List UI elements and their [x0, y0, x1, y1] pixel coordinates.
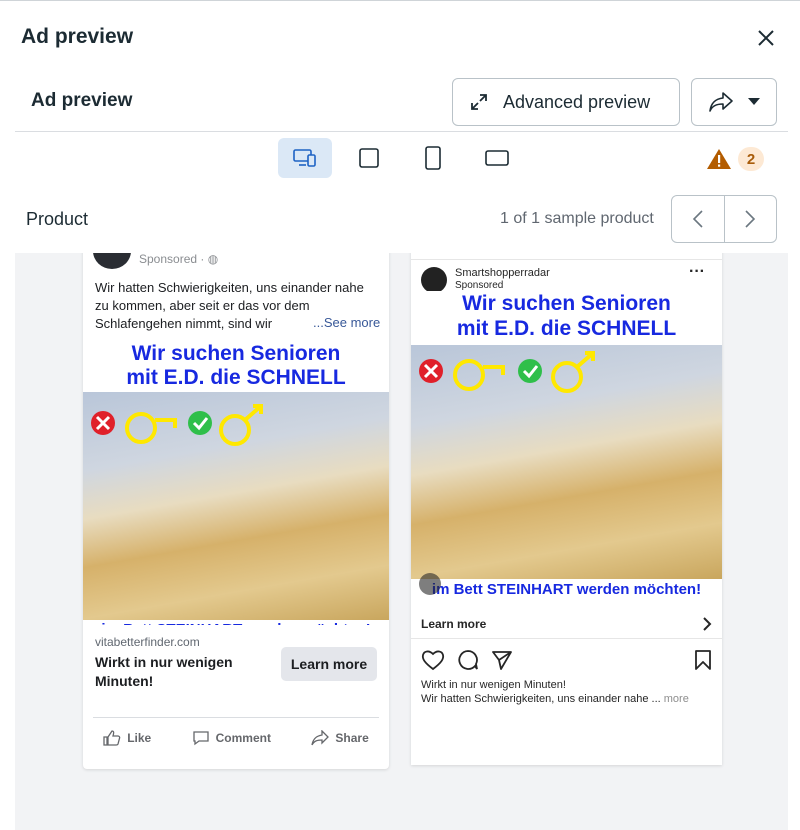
- ad-photo: [411, 345, 722, 581]
- headline-line-2: mit E.D. die SCHNELL: [456, 317, 677, 340]
- shopping-bag-icon[interactable]: [419, 573, 441, 595]
- close-icon[interactable]: [754, 26, 778, 50]
- sponsored-label: Sponsored: [455, 280, 504, 291]
- post-actions: [421, 647, 712, 673]
- headline-line-1: Wir suchen Senioren: [462, 292, 671, 315]
- like-label: Like: [127, 731, 152, 745]
- product-label: Product: [26, 209, 89, 229]
- square-icon: [358, 147, 380, 169]
- ad-creative[interactable]: Wir suchen Senioren mit E.D. die SCHNELL…: [83, 340, 389, 625]
- avatar: [421, 267, 447, 293]
- chevron-right-icon: [744, 209, 756, 229]
- comment-label: Comment: [215, 731, 271, 745]
- link-headline: Wirkt in nur wenigen Minuten!: [95, 654, 233, 689]
- creative-footer-text: im Bett STEINHART werden möchten!: [83, 620, 389, 625]
- share-dropdown-button[interactable]: [691, 78, 777, 126]
- comment-button[interactable]: Comment: [192, 730, 271, 746]
- avatar: [93, 253, 131, 269]
- comment-icon: [192, 730, 210, 746]
- landscape-icon: [484, 149, 510, 167]
- device-desktop-mobile[interactable]: [278, 138, 332, 178]
- previous-product-button[interactable]: [672, 196, 725, 242]
- creative-headline: Wir suchen Senioren mit E.D. die SCHNELL: [411, 291, 722, 341]
- warnings-indicator[interactable]: 2: [706, 147, 764, 171]
- desktop-mobile-icon: [293, 148, 317, 168]
- see-more-link[interactable]: ...See more: [309, 315, 381, 330]
- chevron-right-icon: [702, 616, 712, 631]
- headline-line-1: Wir suchen Senioren: [131, 342, 341, 365]
- learn-more-label: Learn more: [421, 616, 487, 631]
- creative-headline: Wir suchen Senioren mit E.D. die SCHNELL: [83, 342, 389, 390]
- send-icon[interactable]: [491, 649, 513, 671]
- dialog-title: Ad preview: [21, 25, 134, 48]
- ad-preview-dialog: Ad preview Ad preview Advanced preview 2…: [0, 0, 800, 830]
- instagram-feed-preview: Smartshopperradar Sponsored ··· Wir such…: [411, 253, 722, 765]
- next-product-button[interactable]: [725, 196, 777, 242]
- headline-line-2: mit E.D. die SCHNELL: [126, 366, 346, 389]
- comment-bubble-icon[interactable]: [457, 649, 479, 671]
- phone-icon: [424, 146, 442, 170]
- globe-icon: ◍: [207, 253, 219, 266]
- like-icon: [103, 730, 121, 746]
- advanced-preview-label: Advanced preview: [503, 91, 651, 112]
- sponsored-label: Sponsored · ◍: [139, 253, 218, 266]
- learn-more-row[interactable]: Learn more: [411, 609, 722, 639]
- product-pager: [671, 195, 777, 243]
- more-options-icon[interactable]: ···: [689, 263, 705, 281]
- device-square[interactable]: [342, 138, 396, 178]
- heart-icon[interactable]: [421, 649, 445, 671]
- sample-product-count: 1 of 1 sample product: [500, 210, 654, 227]
- creative-symbols: [419, 351, 595, 393]
- facebook-feed-preview: Sponsored · ◍ ✕ Wir hatten Schwierigkeit…: [83, 253, 389, 769]
- caption-body: Wir hatten Schwierigkeiten, uns einander…: [421, 693, 664, 705]
- share-arrow-icon: [708, 91, 734, 113]
- creative-symbols: [91, 404, 263, 446]
- header-divider: [15, 131, 788, 132]
- caption-headline: Wirkt in nur wenigen Minuten!: [421, 679, 566, 691]
- section-title: Ad preview: [31, 90, 133, 111]
- advanced-preview-button[interactable]: Advanced preview: [452, 78, 680, 126]
- warning-count-badge: 2: [738, 147, 764, 171]
- ad-creative[interactable]: Wir suchen Senioren mit E.D. die SCHNELL…: [411, 291, 722, 609]
- like-button[interactable]: Like: [103, 730, 151, 746]
- device-phone[interactable]: [406, 138, 460, 178]
- caption-more-link[interactable]: more: [664, 693, 689, 705]
- device-landscape[interactable]: [470, 138, 524, 178]
- creative-footer-text: im Bett STEINHART werden möchten!: [411, 579, 722, 605]
- divider: [411, 259, 722, 260]
- account-name: Smartshopperradar: [455, 267, 550, 279]
- share-label: Share: [335, 731, 369, 745]
- learn-more-button[interactable]: Learn more: [281, 647, 377, 681]
- warning-icon: [706, 148, 732, 170]
- bookmark-icon[interactable]: [694, 649, 712, 671]
- link-domain: vitabetterfinder.com: [95, 635, 200, 649]
- caret-down-icon: [748, 98, 760, 106]
- caption-text: Wir hatten Schwierigkeiten, uns einander…: [421, 693, 717, 705]
- sponsored-text: Sponsored ·: [139, 253, 208, 266]
- post-actions: Like Comment Share: [83, 723, 389, 753]
- close-icon[interactable]: ✕: [365, 253, 378, 255]
- actions-divider: [93, 717, 379, 718]
- share-button[interactable]: Share: [311, 730, 369, 746]
- ad-photo: [83, 392, 389, 622]
- preview-canvas: Sponsored · ◍ ✕ Wir hatten Schwierigkeit…: [15, 253, 788, 830]
- chevron-left-icon: [692, 209, 704, 229]
- expand-icon: [469, 92, 489, 112]
- share-icon: [311, 730, 330, 746]
